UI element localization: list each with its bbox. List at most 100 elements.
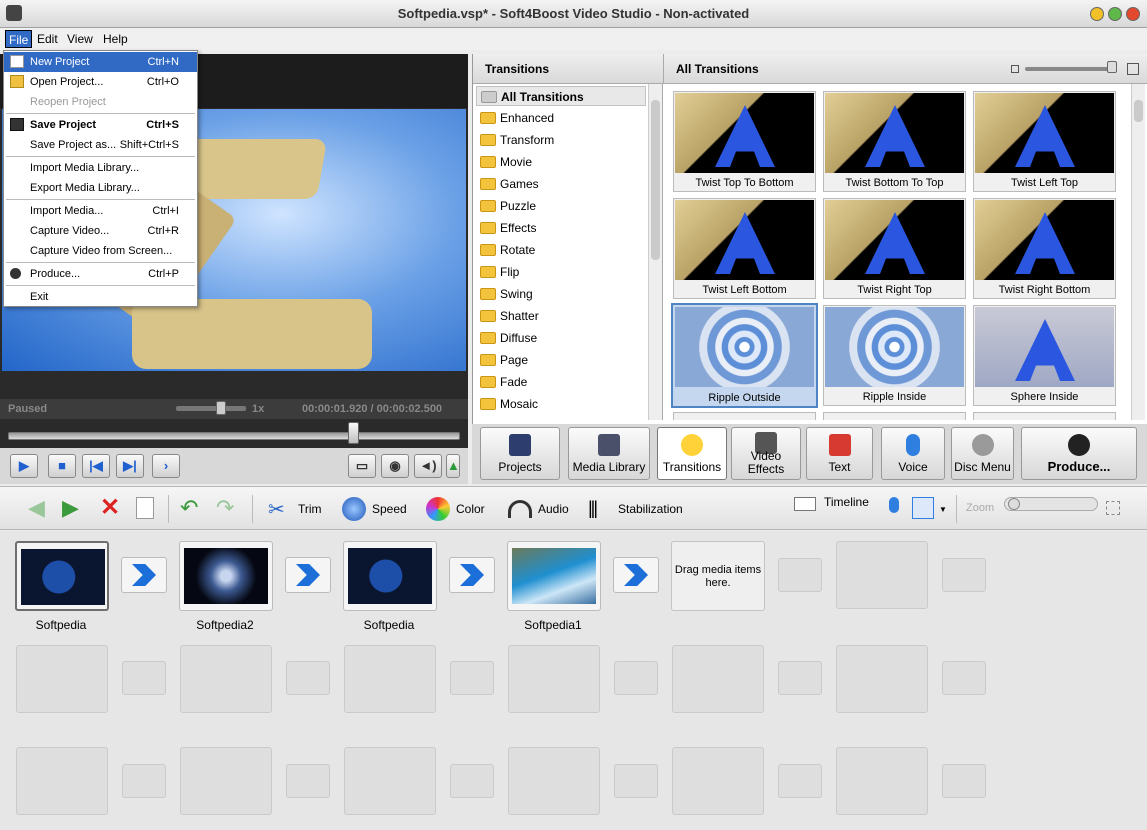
- empty-clip-slot[interactable]: [180, 645, 272, 713]
- skip-end-icon[interactable]: ▶|: [116, 454, 144, 478]
- empty-transition-slot[interactable]: [614, 661, 658, 695]
- empty-clip-slot[interactable]: [836, 541, 928, 609]
- tab-projects[interactable]: Projects: [480, 427, 560, 480]
- menu-item-capture-screen[interactable]: Capture Video from Screen...: [4, 241, 197, 261]
- stop-icon[interactable]: ■: [48, 454, 76, 478]
- storyboard-clip[interactable]: [343, 541, 437, 611]
- empty-transition-slot[interactable]: [614, 764, 658, 798]
- empty-clip-slot[interactable]: [180, 747, 272, 815]
- menu-item-open-project[interactable]: Open Project... Ctrl+O: [4, 72, 197, 92]
- thumbnail-size-slider[interactable]: [1025, 67, 1113, 71]
- empty-transition-slot[interactable]: [122, 764, 166, 798]
- clear-button[interactable]: [136, 497, 160, 521]
- category-item[interactable]: Movie: [476, 152, 646, 172]
- volume-icon[interactable]: ◄): [414, 454, 442, 478]
- category-item[interactable]: Transform: [476, 130, 646, 150]
- empty-transition-slot[interactable]: [286, 661, 330, 695]
- menu-item-import-media[interactable]: Import Media... Ctrl+I: [4, 201, 197, 221]
- menu-item-export-media-library[interactable]: Export Media Library...: [4, 178, 197, 198]
- menu-edit[interactable]: Edit: [34, 32, 61, 46]
- timeline-button[interactable]: Timeline: [794, 493, 869, 517]
- category-scrollbar[interactable]: [648, 84, 662, 420]
- category-item[interactable]: Page: [476, 350, 646, 370]
- empty-transition-slot[interactable]: [778, 764, 822, 798]
- storyboard-clip[interactable]: [507, 541, 601, 611]
- category-item[interactable]: Shatter: [476, 306, 646, 326]
- menu-item-produce[interactable]: Produce... Ctrl+P: [4, 264, 197, 284]
- empty-clip-slot[interactable]: [836, 747, 928, 815]
- empty-clip-slot[interactable]: [344, 747, 436, 815]
- transition-tile[interactable]: Twist Bottom To Top: [823, 91, 966, 192]
- empty-transition-slot[interactable]: [286, 764, 330, 798]
- transition-slot[interactable]: [613, 557, 659, 593]
- thumbnail-size-thumb[interactable]: [1107, 61, 1117, 73]
- record-voice-button[interactable]: [884, 497, 904, 521]
- category-item[interactable]: Puzzle: [476, 196, 646, 216]
- zoom-fit-icon[interactable]: [1106, 501, 1120, 515]
- draw-button[interactable]: ▼: [912, 497, 948, 521]
- transition-tile[interactable]: Ripple Inside: [823, 305, 966, 406]
- volume-level-icon[interactable]: ▲: [446, 454, 460, 478]
- category-item[interactable]: Fade: [476, 372, 646, 392]
- grid-scrollbar[interactable]: [1131, 84, 1145, 420]
- trim-button[interactable]: ✂ Trim: [268, 497, 328, 521]
- scrollbar-thumb[interactable]: [651, 100, 660, 260]
- transition-tile[interactable]: Twist Left Bottom: [673, 198, 816, 299]
- empty-clip-slot[interactable]: [16, 747, 108, 815]
- undo-button[interactable]: ↶: [180, 497, 204, 521]
- delete-button[interactable]: ✕: [100, 496, 124, 521]
- empty-transition-slot[interactable]: [942, 764, 986, 798]
- menu-item-new-project[interactable]: New Project Ctrl+N: [4, 52, 197, 72]
- empty-transition-slot[interactable]: [450, 661, 494, 695]
- menu-item-capture-video[interactable]: Capture Video... Ctrl+R: [4, 221, 197, 241]
- empty-transition-slot[interactable]: [778, 661, 822, 695]
- menu-help[interactable]: Help: [100, 32, 131, 46]
- empty-transition-slot[interactable]: [942, 661, 986, 695]
- menu-item-save-project-as[interactable]: Save Project as... Shift+Ctrl+S: [4, 135, 197, 155]
- category-item[interactable]: Effects: [476, 218, 646, 238]
- next-frame-icon[interactable]: ›: [152, 454, 180, 478]
- tab-transitions[interactable]: Transitions: [657, 427, 727, 480]
- fullscreen-icon[interactable]: ▭: [348, 454, 376, 478]
- category-item[interactable]: Games: [476, 174, 646, 194]
- category-item[interactable]: Rotate: [476, 240, 646, 260]
- empty-transition-slot[interactable]: [942, 558, 986, 592]
- transition-tile-partial[interactable]: [823, 412, 966, 420]
- transition-tile-selected[interactable]: Ripple Outside: [671, 303, 818, 408]
- color-button[interactable]: Color: [426, 497, 490, 521]
- stabilization-button[interactable]: ||| Stabilization: [588, 497, 688, 521]
- transition-slot[interactable]: [121, 557, 167, 593]
- redo-button[interactable]: ↷: [216, 497, 240, 521]
- audio-button[interactable]: Audio: [508, 497, 572, 521]
- menu-item-exit[interactable]: Exit: [4, 287, 197, 307]
- transition-tile-partial[interactable]: [673, 412, 816, 420]
- empty-clip-slot[interactable]: [836, 645, 928, 713]
- speed-button[interactable]: Speed: [342, 497, 412, 521]
- skip-start-icon[interactable]: |◀: [82, 454, 110, 478]
- tab-text[interactable]: Text: [806, 427, 873, 480]
- tab-produce[interactable]: Produce...: [1021, 427, 1137, 480]
- tab-voice[interactable]: Voice: [881, 427, 945, 480]
- category-item[interactable]: All Transitions: [476, 86, 646, 106]
- maximize-icon[interactable]: [1108, 7, 1122, 21]
- transition-slot[interactable]: [285, 557, 331, 593]
- large-thumbnails-icon[interactable]: [1127, 63, 1139, 75]
- menu-item-reopen-project[interactable]: Reopen Project: [4, 92, 197, 112]
- category-item[interactable]: Enhanced: [476, 108, 646, 128]
- seek-bar[interactable]: [8, 432, 460, 440]
- scrollbar-thumb[interactable]: [1134, 100, 1143, 122]
- category-item[interactable]: Flip: [476, 262, 646, 282]
- transition-tile[interactable]: Twist Left Top: [973, 91, 1116, 192]
- tab-media-library[interactable]: Media Library: [568, 427, 650, 480]
- tab-disc-menu[interactable]: Disc Menu: [951, 427, 1014, 480]
- category-item[interactable]: Mosaic: [476, 394, 646, 414]
- play-icon[interactable]: ▶: [10, 454, 38, 478]
- empty-transition-slot[interactable]: [122, 661, 166, 695]
- transition-tile-partial[interactable]: [973, 412, 1116, 420]
- empty-transition-slot[interactable]: [778, 558, 822, 592]
- empty-clip-slot[interactable]: [344, 645, 436, 713]
- menu-item-import-media-library[interactable]: Import Media Library...: [4, 158, 197, 178]
- speed-slider[interactable]: [176, 406, 246, 411]
- tab-video-effects[interactable]: Video Effects: [731, 427, 801, 480]
- small-thumbnails-icon[interactable]: [1011, 65, 1019, 73]
